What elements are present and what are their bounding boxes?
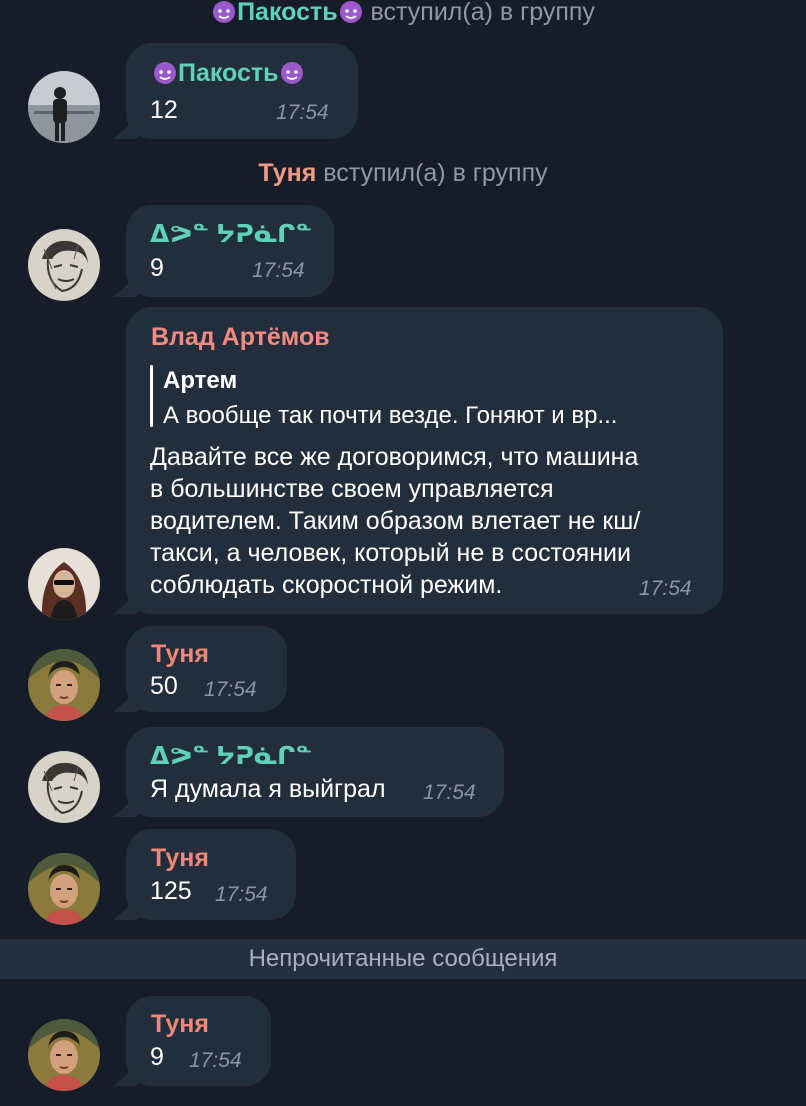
service-user-name[interactable]: Туня (258, 159, 316, 187)
service-user-name[interactable]: Пакость (237, 0, 338, 26)
devil-emoji-icon (339, 1, 362, 23)
avatar-syllabics-user[interactable] (28, 229, 100, 301)
service-message-join: Пакость вступил(а) в группу (0, 0, 806, 27)
message-sender-name: Пакость (178, 59, 279, 87)
message-time: 17:54 (252, 259, 305, 282)
message-time: 17:54 (215, 883, 268, 906)
message-text: Я думала я выйграл (150, 775, 386, 803)
message-text: 9 (150, 254, 164, 282)
message-sender-name[interactable]: Влад Артёмов (151, 323, 330, 352)
service-action-text: вступил(а) в группу (323, 159, 548, 187)
avatar-tunya[interactable] (28, 1019, 100, 1091)
message-sender-name[interactable]: ᐃᕗᓐ ᔭᕈᓈᒋᓐ (150, 741, 312, 771)
message-bubble[interactable]: Влад Артёмов Артем А вообще так почти ве… (126, 307, 723, 614)
message-text: 125 (150, 877, 192, 905)
avatar-vlad-artemov[interactable] (28, 548, 100, 620)
service-action-text: вступил(а) в группу (370, 0, 595, 26)
message-bubble[interactable]: Пакость 12 17:54 (126, 43, 358, 139)
reply-quote-bar (150, 365, 153, 427)
message-time: 17:54 (423, 781, 476, 804)
message-time: 17:54 (639, 577, 692, 600)
reply-snippet[interactable]: А вообще так почти везде. Гоняют и вр... (163, 402, 617, 430)
devil-emoji-icon (280, 62, 303, 84)
message-sender[interactable]: Пакость (152, 59, 305, 88)
avatar-tunya[interactable] (28, 649, 100, 721)
message-text: 9 (150, 1043, 164, 1071)
message-bubble[interactable]: ᐃᕗᓐ ᔭᕈᓈᒋᓐ Я думала я выйграл 17:54 (126, 727, 504, 817)
message-text-line: соблюдать скоростной режим. (150, 571, 503, 599)
devil-emoji-icon (213, 1, 236, 23)
message-bubble[interactable]: Туня 50 17:54 (126, 626, 287, 712)
message-bubble[interactable]: Туня 9 17:54 (126, 996, 271, 1086)
devil-emoji-icon (154, 62, 176, 84)
avatar-tunya[interactable] (28, 853, 100, 925)
avatar-pakost[interactable] (28, 71, 100, 143)
unread-messages-divider: Непрочитанные сообщения (0, 939, 806, 979)
service-message-join: Туня вступил(а) в группу (0, 159, 806, 188)
message-time: 17:54 (276, 101, 329, 124)
message-bubble[interactable]: Туня 125 17:54 (126, 829, 296, 920)
message-sender-name[interactable]: Туня (151, 640, 209, 669)
message-text-line: водителем. Таким образом влетает не кш/ (150, 507, 641, 535)
message-text: 50 (150, 672, 178, 700)
message-text-line: в большинстве своем управляется (150, 475, 554, 503)
reply-author[interactable]: Артем (163, 367, 237, 395)
message-text-line: такси, а человек, который не в состоянии (150, 539, 631, 567)
message-sender-name[interactable]: Туня (151, 844, 209, 873)
message-time: 17:54 (204, 678, 257, 701)
message-bubble[interactable]: ᐃᕗᓐ ᔭᕈᓈᒋᓐ 9 17:54 (126, 205, 334, 297)
message-sender-name[interactable]: Туня (151, 1010, 209, 1039)
message-text: 12 (150, 96, 178, 124)
message-text-line: Давайте все же договоримся, что машина (150, 443, 639, 471)
message-time: 17:54 (189, 1049, 242, 1072)
avatar-syllabics-user[interactable] (28, 751, 100, 823)
message-sender-name[interactable]: ᐃᕗᓐ ᔭᕈᓈᒋᓐ (150, 219, 312, 249)
